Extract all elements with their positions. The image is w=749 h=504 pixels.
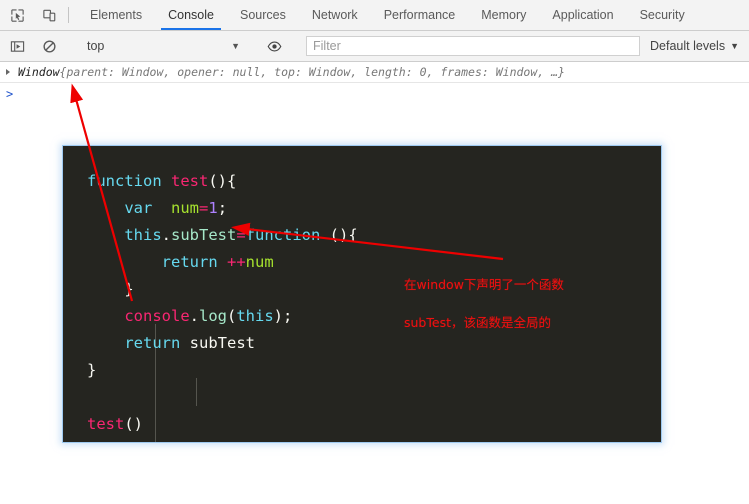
- token-assign: =: [236, 225, 246, 244]
- log-levels-dropdown[interactable]: Default levels ▼: [644, 39, 749, 53]
- token-dot: .: [189, 306, 199, 325]
- token-test-name: test: [171, 171, 209, 190]
- token-paren: );: [273, 306, 293, 325]
- devtools-window: Elements Console Sources Network Perform…: [0, 0, 749, 504]
- token-var-keyword: var: [124, 198, 153, 217]
- tab-label: Sources: [239, 8, 286, 22]
- console-filter-bar: top ▼ Filter Default levels ▼: [0, 31, 749, 62]
- token-assign: =: [199, 198, 209, 217]
- token-punct: (){: [208, 171, 237, 190]
- console-prompt-row[interactable]: >: [0, 83, 749, 105]
- token-close-brace: }: [87, 360, 97, 379]
- tab-label: Memory: [481, 8, 527, 22]
- tab-network[interactable]: Network: [299, 0, 371, 30]
- tab-performance[interactable]: Performance: [371, 0, 469, 30]
- token-paren: (: [227, 306, 237, 325]
- token-punct: (){: [329, 225, 358, 244]
- tab-label: Performance: [383, 8, 456, 22]
- annotation-line-1: 在window下声明了一个函数: [404, 277, 564, 292]
- token-function-keyword: function: [87, 171, 162, 190]
- panel-tabs: Elements Console Sources Network Perform…: [77, 0, 698, 30]
- code-screenshot-block: function test(){ var num=1; this.subTest…: [62, 145, 662, 443]
- chevron-down-icon: ▼: [730, 41, 739, 51]
- expand-triangle-icon[interactable]: [6, 69, 10, 75]
- token-call-test: test: [87, 414, 125, 433]
- filter-input[interactable]: Filter: [306, 36, 641, 56]
- tab-label: Network: [311, 8, 358, 22]
- token-num-var: num: [245, 252, 274, 271]
- token-paren: (): [124, 414, 143, 433]
- execution-context-select[interactable]: top ▼: [81, 36, 246, 56]
- tab-application[interactable]: Application: [539, 0, 626, 30]
- token-this-keyword: this: [124, 225, 162, 244]
- tab-label: Security: [639, 8, 685, 22]
- inspect-element-icon[interactable]: [6, 4, 28, 26]
- token-close-brace: }: [124, 279, 134, 298]
- devtools-tabbar: Elements Console Sources Network Perform…: [0, 0, 749, 31]
- toolbar-divider: [68, 7, 69, 23]
- token-console-object: console: [124, 306, 190, 325]
- console-object-name: Window: [18, 65, 60, 79]
- annotation-line-2: subTest，该函数是全局的: [404, 315, 551, 330]
- annotation-note: 在window下声明了一个函数 subTest，该函数是全局的: [404, 256, 564, 351]
- console-toolbar-icons: [0, 35, 60, 57]
- filter-placeholder: Filter: [313, 39, 341, 53]
- device-toolbar-icon[interactable]: [38, 4, 60, 26]
- chevron-down-icon: ▼: [231, 41, 240, 51]
- token-number-one: 1: [208, 198, 218, 217]
- token-return-keyword: return: [124, 333, 181, 352]
- token-increment: ++: [227, 252, 246, 271]
- tab-sources[interactable]: Sources: [227, 0, 299, 30]
- token-dot: .: [161, 225, 171, 244]
- tab-console[interactable]: Console: [155, 0, 227, 30]
- console-sidebar-icon[interactable]: [6, 35, 28, 57]
- prompt-caret-icon: >: [6, 87, 14, 101]
- clear-console-icon[interactable]: [38, 35, 60, 57]
- console-object-preview: {parent: Window, opener: null, top: Wind…: [59, 65, 565, 79]
- token-subtest-ref: subTest: [189, 333, 255, 352]
- tab-elements[interactable]: Elements: [77, 0, 155, 30]
- code-content: function test(){ var num=1; this.subTest…: [87, 168, 358, 438]
- tool-icon-group: [0, 0, 60, 30]
- token-subtest-prop: subTest: [171, 225, 237, 244]
- eye-icon[interactable]: [263, 35, 285, 57]
- tab-label: Application: [552, 8, 614, 22]
- token-log-method: log: [199, 306, 227, 325]
- tab-label: Elements: [90, 8, 143, 22]
- tab-memory[interactable]: Memory: [468, 0, 539, 30]
- token-num-var: num: [171, 198, 199, 217]
- token-return-keyword: return: [161, 252, 218, 271]
- log-levels-label: Default levels: [650, 39, 726, 53]
- tab-label: Console: [168, 8, 214, 22]
- token-semicolon: ;: [217, 198, 228, 217]
- console-message-row[interactable]: Window {parent: Window, opener: null, to…: [0, 62, 749, 83]
- token-this-keyword: this: [236, 306, 274, 325]
- execution-context-value: top: [87, 39, 105, 53]
- token-function-keyword: function: [245, 225, 321, 244]
- tab-security[interactable]: Security: [627, 0, 698, 30]
